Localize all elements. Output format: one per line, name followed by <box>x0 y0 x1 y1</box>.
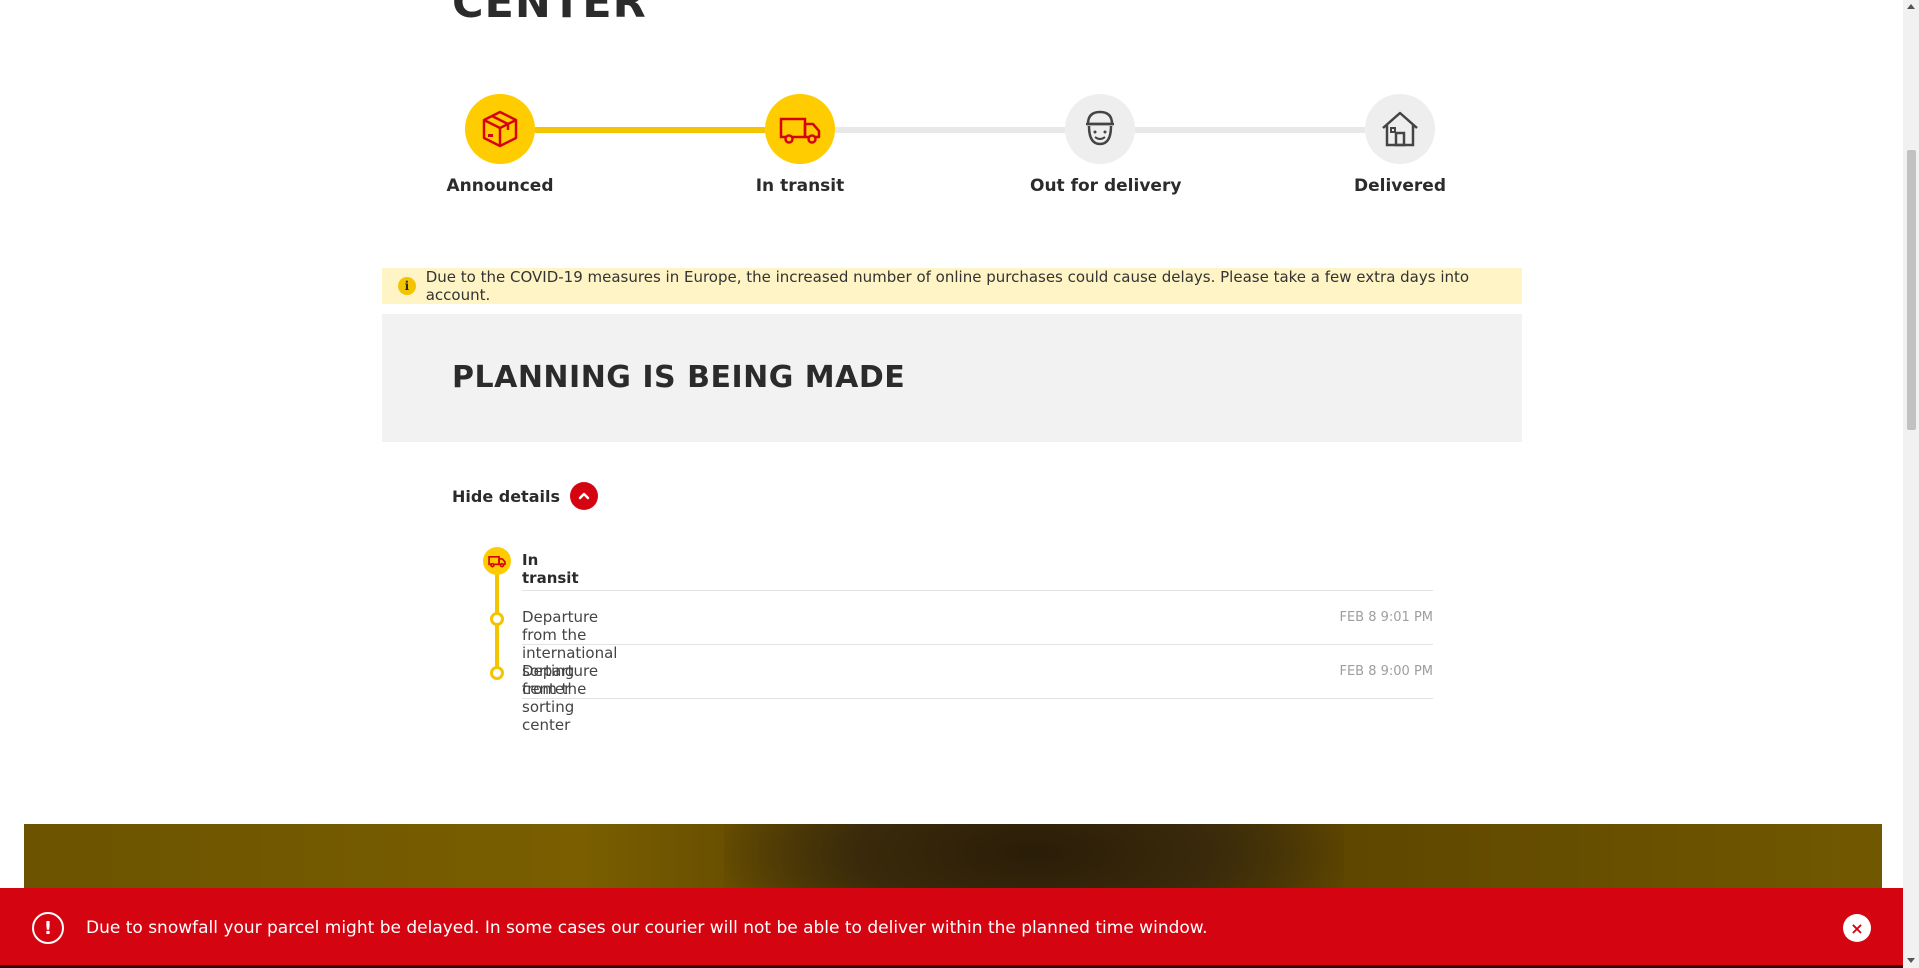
scroll-thumb[interactable] <box>1907 150 1916 430</box>
package-icon <box>465 94 535 164</box>
truck-icon <box>483 547 511 575</box>
warning-icon: ! <box>32 912 64 944</box>
timeline-group-title: In transit <box>522 551 579 587</box>
step-label: Announced <box>446 176 554 196</box>
notice-text: Due to the COVID-19 measures in Europe, … <box>425 268 1470 304</box>
chevron-up-icon[interactable] <box>570 482 598 510</box>
divider <box>522 590 1433 591</box>
step-label: Delivered <box>1354 176 1446 196</box>
close-icon[interactable]: × <box>1843 914 1871 942</box>
timeline-event-time: FEB 8 9:01 PM <box>1339 610 1433 625</box>
page-scrollbar[interactable] <box>1903 0 1919 968</box>
step-label: In transit <box>755 176 845 196</box>
divider <box>522 698 1433 699</box>
step-announced: Announced <box>430 94 570 196</box>
status-heading: PLANNING IS BEING MADE <box>452 360 906 395</box>
timeline-dot <box>490 612 504 626</box>
scroll-up-arrow-icon[interactable] <box>1907 4 1915 9</box>
divider <box>522 644 1433 645</box>
step-delivered: Delivered <box>1330 94 1470 196</box>
house-icon <box>1365 94 1435 164</box>
delivery-progress-tracker: Announced In transit Out for delivery De… <box>0 0 1919 220</box>
snowfall-alert-banner: ! Due to snowfall your parcel might be d… <box>0 888 1903 968</box>
info-icon: i <box>398 277 416 295</box>
step-in-transit: In transit <box>730 94 870 196</box>
alert-message: Due to snowfall your parcel might be del… <box>86 918 1208 938</box>
step-label: Out for delivery <box>1030 176 1182 196</box>
courier-icon <box>1065 94 1135 164</box>
step-out-for-delivery: Out for delivery <box>1030 94 1182 196</box>
timeline-dot <box>490 666 504 680</box>
toggle-label: Hide details <box>452 486 560 506</box>
scroll-down-arrow-icon[interactable] <box>1907 958 1915 963</box>
timeline-event-time: FEB 8 9:00 PM <box>1339 664 1433 679</box>
status-panel: PLANNING IS BEING MADE <box>382 314 1522 442</box>
covid-notice: i Due to the COVID-19 measures in Europe… <box>382 268 1522 304</box>
truck-icon <box>765 94 835 164</box>
hide-details-toggle[interactable]: Hide details <box>452 482 598 510</box>
